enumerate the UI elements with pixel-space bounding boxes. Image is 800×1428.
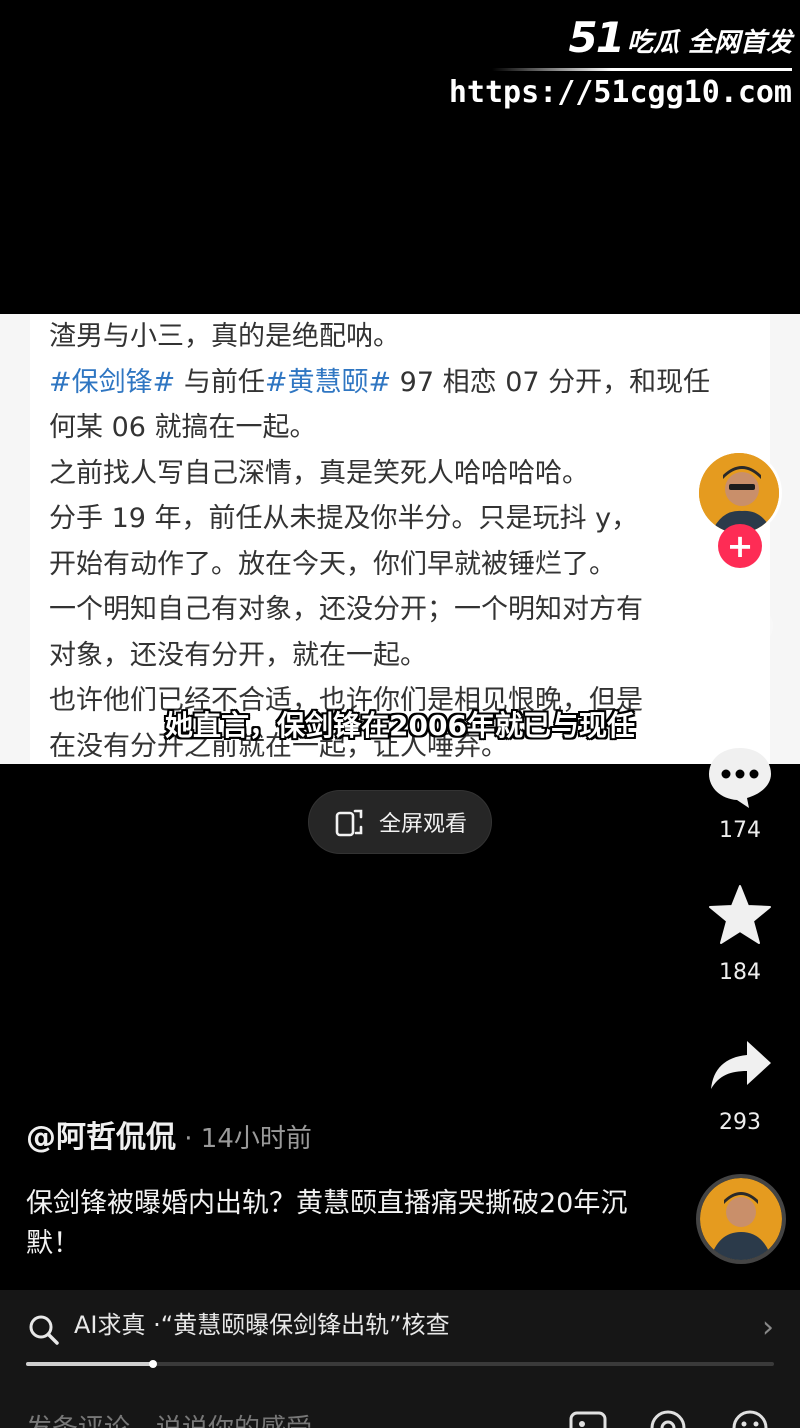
follow-button[interactable]: + xyxy=(718,524,762,568)
fullscreen-label: 全屏观看 xyxy=(378,812,467,837)
card-text-line: 开始有动作了。放在今天，你们早就被锤烂了。 xyxy=(49,548,616,582)
card-text-line: 分手 19 年，前任从未提及你半分。只是玩抖 y， xyxy=(49,502,638,536)
card-text-segment: 与前任 xyxy=(175,366,265,398)
post-author[interactable]: @阿哲侃侃 · 14小时前 xyxy=(26,1118,312,1159)
card-text-segment: 一个明知自己有对象，还没分开；一个明知对方有 xyxy=(49,594,643,625)
fullscreen-icon xyxy=(335,809,363,837)
like-count: 496 xyxy=(719,678,761,703)
ai-fact-check-bar[interactable]: AI求真 ·“黄慧颐曝保剑锋出轨”核查 › xyxy=(0,1290,800,1372)
card-text-line: #保剑锋# 与前任#黄慧颐# 97 相恋 07 分开，和现任 xyxy=(49,366,710,400)
card-text-segment: 分手 19 年，前任从未提及你半分。只是玩抖 y， xyxy=(49,503,639,534)
card-text-segment: 对象，还没有分开，就在一起。 xyxy=(49,639,427,671)
favorite-button[interactable] xyxy=(700,880,780,950)
card-text-line: 一个明知自己有对象，还没分开；一个明知对方有 xyxy=(49,593,643,627)
video-progress-bar[interactable] xyxy=(26,1360,774,1368)
hashtag-link[interactable]: #黄慧颐# xyxy=(265,367,391,398)
heart-icon[interactable] xyxy=(700,600,780,670)
post-description[interactable]: 保剑锋被曝婚内出轨？黄慧颐直播痛哭撕破20年沉默！ xyxy=(26,1184,646,1264)
comment-bar: 发条评论，说说你的感受 xyxy=(0,1372,800,1428)
favorite-count: 184 xyxy=(719,960,761,985)
share-button[interactable] xyxy=(700,1030,780,1100)
star-icon xyxy=(709,885,771,944)
card-text-line: 之前找人写自己深情，真是笑死人哈哈哈哈。 xyxy=(49,457,589,491)
author-name[interactable]: @阿哲侃侃 xyxy=(26,1120,176,1155)
watermark-url: https://51cgg10.com xyxy=(448,75,792,110)
watermark-divider xyxy=(492,68,792,71)
video-subtitle: 她直言，保剑锋在2006年就已与现任 xyxy=(165,709,635,742)
watermark-text: 吃瓜 全网首发 xyxy=(626,28,792,58)
music-disc-cover xyxy=(700,1178,782,1260)
comment-button[interactable] xyxy=(700,742,780,812)
mention-icon[interactable] xyxy=(648,1408,688,1428)
watermark-logo: 51 吃瓜 全网首发 xyxy=(568,12,792,60)
card-text-line: 何某 06 就搞在一起。 xyxy=(49,411,317,445)
card-text-segment: 之前找人写自己深情，真是笑死人哈哈哈哈。 xyxy=(49,457,589,489)
video-screenshot-card[interactable]: 渣男与小三，真的是绝配呐。 #保剑锋# 与前任#黄慧颐# 97 相恋 07 分开，… xyxy=(0,314,800,764)
card-text-segment: 渣男与小三，真的是绝配呐。 xyxy=(49,321,400,352)
share-icon xyxy=(711,1041,771,1089)
search-icon xyxy=(29,1315,59,1345)
music-disc[interactable] xyxy=(696,1174,786,1264)
card-text-line: 渣男与小三，真的是绝配呐。 xyxy=(49,320,400,354)
image-icon[interactable] xyxy=(568,1408,608,1428)
comment-icon xyxy=(709,748,771,808)
chevron-right-icon: › xyxy=(762,1310,774,1345)
emoji-icon[interactable] xyxy=(730,1408,770,1428)
card-text-segment: 97 相恋 07 分开，和现任 xyxy=(391,366,711,398)
comment-count: 174 xyxy=(719,818,761,843)
ai-fact-check-text: AI求真 ·“黄慧颐曝保剑锋出轨”核查 xyxy=(74,1311,450,1339)
post-time: · 14小时前 xyxy=(176,1124,312,1154)
hashtag-link[interactable]: #保剑锋# xyxy=(49,367,175,398)
card-text-segment: 何某 06 就搞在一起。 xyxy=(49,412,317,443)
watermark: 51 吃瓜 全网首发 https://51cgg10.com xyxy=(449,12,792,110)
card-text-segment: 开始有动作了。放在今天，你们早就被锤烂了。 xyxy=(49,548,616,580)
card-text-line: 对象，还没有分开，就在一起。 xyxy=(49,639,427,673)
comment-input[interactable]: 发条评论，说说你的感受 xyxy=(26,1408,312,1428)
share-count: 293 xyxy=(719,1110,761,1135)
fullscreen-button[interactable]: 全屏观看 xyxy=(308,790,492,854)
watermark-number: 51 xyxy=(568,13,624,62)
progress-fill xyxy=(26,1362,154,1366)
